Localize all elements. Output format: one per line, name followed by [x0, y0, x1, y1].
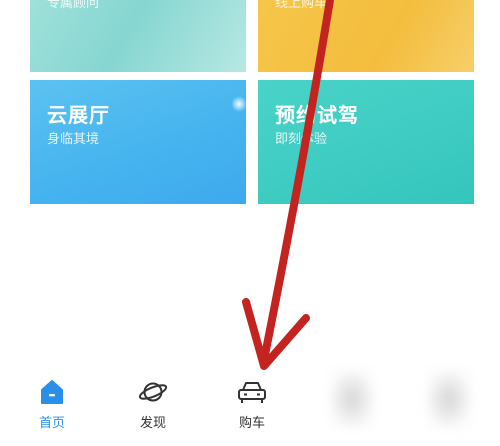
- tab-discover-label: 发现: [139, 416, 166, 431]
- card-test-drive-title: 预约试驾: [275, 103, 359, 127]
- card-cloud-showroom[interactable]: 云展厅 身临其境: [30, 80, 246, 204]
- home-icon: [41, 380, 63, 404]
- card-consultant[interactable]: 专属顾问: [30, 0, 246, 72]
- card-test-drive-subtitle: 即刻体验: [275, 132, 328, 147]
- blurred-tab: [328, 368, 376, 430]
- card-cloud-showroom-title: 云展厅: [47, 103, 110, 127]
- card-cloud-showroom-subtitle: 身临其境: [47, 132, 100, 147]
- card-online-purchase-subtitle: 线上购车: [275, 0, 328, 11]
- tab-discover[interactable]: 发现: [123, 378, 183, 431]
- card-online-purchase[interactable]: 线上购车: [258, 0, 474, 72]
- car-icon: [238, 382, 266, 403]
- planet-icon: [138, 382, 168, 402]
- sparkle-icon: [232, 95, 246, 113]
- tab-buy-car[interactable]: 购车: [222, 378, 282, 431]
- tab-home[interactable]: 首页: [22, 378, 82, 431]
- card-consultant-subtitle: 专属顾问: [47, 0, 100, 11]
- bottom-tab-bar: 首页 发现 购车: [0, 360, 500, 446]
- tab-buy-car-label: 购车: [238, 416, 265, 431]
- blurred-tab: [425, 368, 473, 430]
- tab-home-label: 首页: [38, 416, 65, 431]
- card-test-drive[interactable]: 预约试驾 即刻体验: [258, 80, 474, 204]
- app-screen: 专属顾问 线上购车 云展厅 身临其境 预约试驾 即刻体验 首页 发现 购车: [0, 0, 500, 446]
